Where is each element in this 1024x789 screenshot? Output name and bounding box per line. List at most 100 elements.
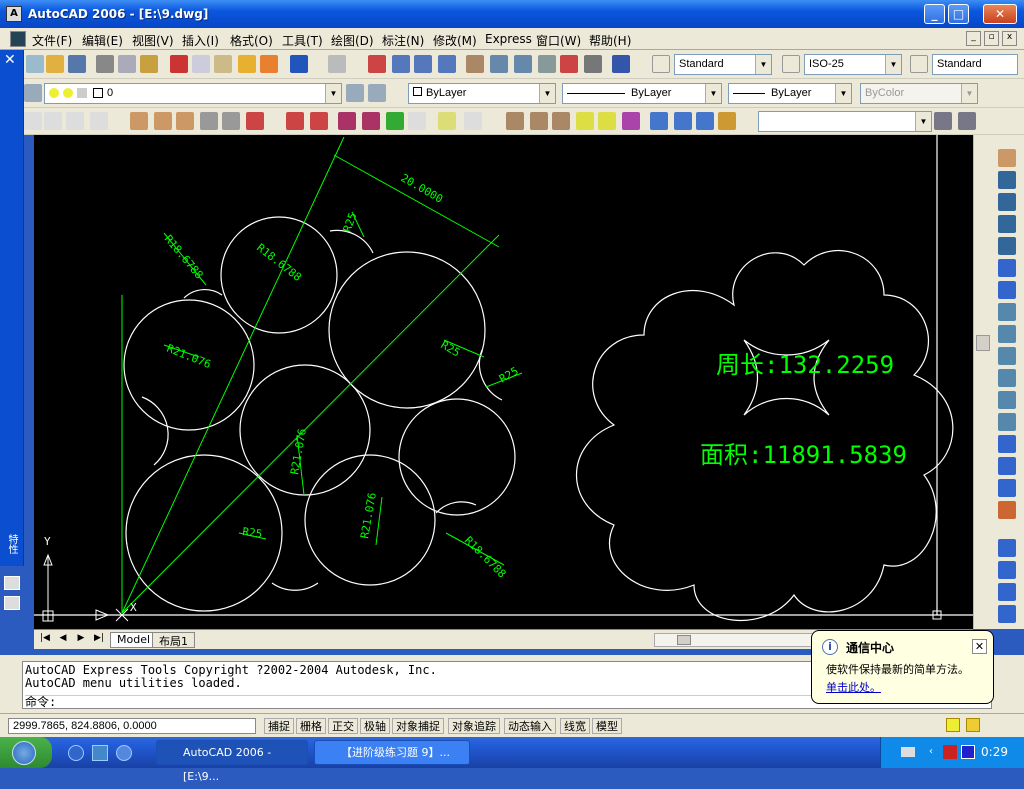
- ie-icon[interactable]: [68, 745, 84, 761]
- change-case-icon[interactable]: [90, 112, 108, 130]
- express-dim-icon[interactable]: [222, 112, 240, 130]
- tab-layout1[interactable]: 布局1: [152, 632, 195, 648]
- express-globe-icon[interactable]: [386, 112, 404, 130]
- doc-close-button[interactable]: x: [1002, 31, 1017, 46]
- trim-icon[interactable]: [998, 347, 1016, 365]
- pan-icon[interactable]: [368, 55, 386, 73]
- task-autocad[interactable]: AutoCAD 2006 - [E:\9...: [156, 740, 308, 783]
- dim-style-select[interactable]: ISO-25 ▼: [804, 54, 902, 75]
- vertical-scrollbar[interactable]: [973, 135, 993, 629]
- maximize-button[interactable]: □: [948, 4, 969, 24]
- menu-draw[interactable]: 绘图(D): [331, 32, 374, 49]
- text-style-icon[interactable]: [652, 55, 670, 73]
- menu-tools[interactable]: 工具(T): [282, 32, 323, 49]
- layer-previous-icon[interactable]: [368, 84, 386, 102]
- zoom-previous-icon[interactable]: [438, 55, 456, 73]
- ortho-button[interactable]: 正交: [328, 718, 358, 734]
- view-select[interactable]: ▼: [758, 111, 932, 132]
- last-tab-icon[interactable]: ▶|: [92, 633, 106, 647]
- express-text2-icon[interactable]: [506, 112, 524, 130]
- close-icon[interactable]: ✕: [4, 52, 16, 68]
- explode-icon[interactable]: [998, 501, 1016, 519]
- express-unlock-icon[interactable]: [718, 112, 736, 130]
- cut-icon[interactable]: [170, 55, 188, 73]
- redo-icon[interactable]: [328, 55, 346, 73]
- polar-button[interactable]: 极轴: [360, 718, 390, 734]
- table-style-icon[interactable]: [910, 55, 928, 73]
- express-block-icon[interactable]: [154, 112, 172, 130]
- chevron-left-icon[interactable]: ‹: [929, 746, 939, 758]
- next-tab-icon[interactable]: ▶: [74, 633, 88, 647]
- rotate-icon[interactable]: [998, 281, 1016, 299]
- express-text4-icon[interactable]: [552, 112, 570, 130]
- draw-order2-icon[interactable]: [998, 561, 1016, 579]
- keyboard-icon[interactable]: [901, 747, 915, 757]
- start-button[interactable]: [0, 737, 52, 768]
- otrack-button[interactable]: 对象追踪: [448, 718, 500, 734]
- prev-tab-icon[interactable]: ◀: [56, 633, 70, 647]
- sheet-set-icon[interactable]: [538, 55, 556, 73]
- osnap-button[interactable]: 对象捕捉: [392, 718, 444, 734]
- model-button[interactable]: 模型: [592, 718, 622, 734]
- first-tab-icon[interactable]: |◀: [38, 633, 52, 647]
- array-icon[interactable]: [998, 237, 1016, 255]
- app-tray-icon[interactable]: [943, 745, 957, 759]
- drawing-canvas[interactable]: 20.0000 R25 R18.6788 R18.6788 R21.076 R2…: [34, 135, 973, 629]
- scroll-thumb[interactable]: [677, 635, 691, 645]
- open-icon[interactable]: [46, 55, 64, 73]
- explorer-icon[interactable]: [92, 745, 108, 761]
- viewport-icon[interactable]: [934, 112, 952, 130]
- media-tray-icon[interactable]: [961, 745, 975, 759]
- express-tools-icon[interactable]: [246, 112, 264, 130]
- lweight-button[interactable]: 线宽: [560, 718, 590, 734]
- menu-dimension[interactable]: 标注(N): [382, 32, 424, 49]
- express-select-icon[interactable]: [310, 112, 328, 130]
- extend-icon[interactable]: [998, 369, 1016, 387]
- express-settings-icon[interactable]: [650, 112, 668, 130]
- balloon-link[interactable]: 单击此处。: [826, 679, 881, 695]
- zoom-realtime-icon[interactable]: [392, 55, 410, 73]
- minimize-button[interactable]: _: [924, 4, 945, 24]
- express-lock-icon[interactable]: [696, 112, 714, 130]
- scroll-thumb[interactable]: [976, 335, 990, 351]
- express-text3-icon[interactable]: [530, 112, 548, 130]
- design-center-icon[interactable]: [490, 55, 508, 73]
- mirror-icon[interactable]: [998, 193, 1016, 211]
- draw-order3-icon[interactable]: [998, 583, 1016, 601]
- media-icon[interactable]: [116, 745, 132, 761]
- chamfer-icon[interactable]: [998, 457, 1016, 475]
- close-button[interactable]: ✕: [983, 4, 1017, 24]
- layer-manager-icon[interactable]: [24, 84, 42, 102]
- markup-icon[interactable]: [560, 55, 578, 73]
- express-draw-icon[interactable]: [286, 112, 304, 130]
- move-icon[interactable]: [998, 259, 1016, 277]
- new-icon[interactable]: [26, 55, 44, 73]
- text-style-select[interactable]: Standard ▼: [674, 54, 772, 75]
- undo-icon[interactable]: [290, 55, 308, 73]
- scale-icon[interactable]: [998, 303, 1016, 321]
- menu-view[interactable]: 视图(V): [132, 32, 174, 49]
- block-editor-icon[interactable]: [260, 55, 278, 73]
- express-web-icon[interactable]: [362, 112, 380, 130]
- tab-model[interactable]: Model: [110, 632, 158, 648]
- autocad-app-icon[interactable]: A: [6, 6, 22, 22]
- properties-palette-strip[interactable]: ✕ 特性: [0, 50, 24, 610]
- express-layers2-icon[interactable]: [598, 112, 616, 130]
- menu-help[interactable]: 帮助(H): [589, 32, 631, 49]
- linetype-select[interactable]: ByLayer ▼: [562, 83, 722, 104]
- express-text-icon[interactable]: [200, 112, 218, 130]
- warning-icon[interactable]: [946, 718, 960, 732]
- table-style-select[interactable]: Standard: [932, 54, 1018, 75]
- menu-window[interactable]: 窗口(W): [536, 32, 581, 49]
- erase-icon[interactable]: [998, 149, 1016, 167]
- express-layer-icon[interactable]: [130, 112, 148, 130]
- palette-menu-icon[interactable]: [4, 596, 20, 610]
- paste-icon[interactable]: [214, 55, 232, 73]
- calculator-icon[interactable]: [584, 55, 602, 73]
- express-layers-icon[interactable]: [576, 112, 594, 130]
- lineweight-select[interactable]: ByLayer ▼: [728, 83, 852, 104]
- break-icon[interactable]: [998, 391, 1016, 409]
- match-properties-icon[interactable]: [238, 55, 256, 73]
- zoom-window-icon[interactable]: [414, 55, 432, 73]
- save-icon[interactable]: [68, 55, 86, 73]
